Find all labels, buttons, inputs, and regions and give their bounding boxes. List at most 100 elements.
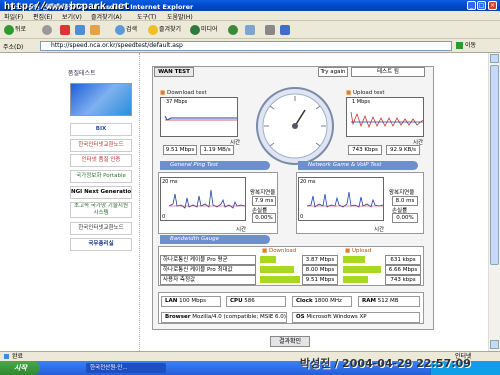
- lan-info: LAN 100 Mbps: [161, 296, 221, 307]
- print-icon: [265, 25, 275, 35]
- taskbar-ie-window[interactable]: 한국전산원-인...: [86, 363, 166, 373]
- voip-test-band: Network Game & VoIP Test: [298, 161, 418, 170]
- history-icon: [228, 25, 238, 35]
- menu-favorites[interactable]: 즐겨찾기(A): [91, 12, 122, 21]
- bandwidth-row-label: 사용자 측정값: [160, 275, 256, 285]
- result-check-button[interactable]: 결과확인: [270, 336, 310, 347]
- ram-info: RAM 512 MB: [358, 296, 420, 307]
- os-info: OS Microsoft Windows XP: [292, 312, 420, 323]
- maximize-button[interactable]: □: [477, 1, 486, 10]
- sidebar-item-portable[interactable]: 국가정보화 Portable: [70, 170, 132, 183]
- clock-info: Clock 1800 MHz: [292, 296, 352, 307]
- scroll-thumb[interactable]: [490, 65, 499, 265]
- print-button[interactable]: [265, 24, 276, 36]
- home-icon: [90, 25, 100, 35]
- sidebar-item-pm-office[interactable]: 국무총리실: [70, 238, 132, 251]
- sidebar-banner-image[interactable]: [70, 83, 132, 116]
- sidebar-item-quality[interactable]: 인터넷 품질 인증: [70, 154, 132, 167]
- page-icon: [4, 354, 9, 359]
- bandwidth-download-bar: [260, 276, 300, 283]
- sidebar-item-support[interactable]: 초고속 국가망 기술지원 시스템: [70, 202, 132, 218]
- star-icon: [148, 25, 158, 35]
- sidebar-item-kix2[interactable]: 한국인터넷교환노드: [70, 222, 132, 235]
- general-ping-band: General Ping Test: [160, 161, 270, 170]
- scroll-up-button[interactable]: [490, 54, 499, 63]
- sidebar-item-ngi[interactable]: NGI Next Generation: [70, 186, 132, 199]
- bandwidth-upload-value: 631 kbps: [385, 255, 421, 265]
- download-max-label: 37 Mbps: [166, 99, 188, 105]
- menu-file[interactable]: 파일(F): [4, 12, 23, 21]
- menu-help[interactable]: 도움말(H): [167, 12, 193, 21]
- mail-button[interactable]: [245, 24, 256, 36]
- menu-view[interactable]: 보기(V): [62, 12, 82, 21]
- bandwidth-gauge-band: Bandwidth Gauge: [160, 235, 270, 244]
- stop-icon: [60, 25, 70, 35]
- download-graph: 37 Mbps: [160, 97, 238, 137]
- voip-graph: 20 ms 0: [298, 177, 384, 221]
- download-speed-mbps: 9.51 Mbps: [163, 145, 197, 155]
- voip-latency-label: 왕복지연율: [389, 190, 415, 196]
- voip-bottom-label: 0: [300, 214, 304, 220]
- edit-button[interactable]: [280, 24, 291, 36]
- forward-button[interactable]: [42, 24, 53, 36]
- bandwidth-row-label: 하나로통신 케이블 Pro 최대값: [160, 265, 256, 275]
- bandwidth-download-head: ■ Download: [262, 248, 297, 254]
- bandwidth-upload-value: 6.66 Mbps: [385, 265, 421, 275]
- bandwidth-upload-bar: [343, 256, 365, 263]
- mail-icon: [245, 25, 255, 35]
- menu-tools[interactable]: 도구(T): [137, 12, 156, 21]
- bandwidth-upload-head: ■ Upload: [345, 248, 372, 254]
- bottom-watermark: 박성진 / 2004-04-29 22:57:09: [300, 357, 471, 370]
- bandwidth-upload-bar: [343, 276, 368, 283]
- bandwidth-download-bar: [260, 256, 276, 263]
- upload-speed-kbs: 92.9 KB/s: [386, 145, 420, 155]
- close-button[interactable]: ×: [488, 1, 497, 10]
- scroll-down-button[interactable]: [490, 340, 499, 349]
- minimize-button[interactable]: _: [467, 1, 476, 10]
- menu-edit[interactable]: 편집(E): [33, 12, 53, 21]
- sidebar-item-bix[interactable]: BIX: [70, 123, 132, 136]
- start-button[interactable]: 시작: [0, 361, 40, 375]
- go-arrow-icon: [456, 42, 463, 49]
- sidebar-title: 품질테스트: [68, 70, 96, 77]
- upload-graph: 1 Mbps: [346, 97, 424, 137]
- voip-curve: [306, 191, 384, 208]
- home-button[interactable]: [90, 24, 101, 36]
- upload-curve: [350, 111, 424, 129]
- ping-graph: 20 ms 0: [160, 177, 246, 221]
- refresh-button[interactable]: [75, 24, 86, 36]
- stop-button[interactable]: [60, 24, 71, 36]
- menu-bar: 파일(F) 편집(E) 보기(V) 즐겨찾기(A) 도구(T) 도움말(H): [0, 11, 500, 21]
- ping-latency-label: 왕복지연율: [250, 190, 276, 196]
- media-button[interactable]: 미디어: [190, 24, 218, 36]
- media-icon: [190, 25, 200, 35]
- favorites-button[interactable]: 즐겨찾기: [148, 24, 181, 36]
- bandwidth-upload-bar: [343, 266, 381, 273]
- vertical-scrollbar[interactable]: [488, 53, 500, 351]
- address-bar: 주소(D) http://speed.nca.or.kr/speedtest/d…: [0, 39, 500, 53]
- voip-top-label: 20 ms: [300, 179, 316, 185]
- ping-curve: [168, 189, 246, 209]
- voip-latency-value: 8.0 ms: [392, 196, 418, 206]
- download-speed-mbs: 1.19 MB/s: [200, 145, 234, 155]
- back-button[interactable]: 뒤로: [4, 24, 26, 36]
- ping-bottom-label: 0: [162, 214, 166, 220]
- browser-info: Browser Mozilla/4.0 (compatible; MSIE 6.…: [161, 312, 287, 323]
- speed-gauge: [256, 87, 334, 165]
- cpu-info: CPU 586: [226, 296, 286, 307]
- address-input[interactable]: http://speed.nca.or.kr/speedtest/default…: [40, 41, 452, 51]
- try-again-button[interactable]: Try again: [318, 67, 348, 77]
- ping-top-label: 20 ms: [162, 179, 178, 185]
- ping-time-label: 시간: [236, 227, 247, 233]
- sidebar: 품질테스트 BIX 한국인터넷교환노드 인터넷 품질 인증 국가정보화 Port…: [62, 53, 140, 351]
- go-button[interactable]: 이동: [456, 41, 496, 51]
- back-arrow-icon: [4, 25, 14, 35]
- search-button[interactable]: 검색: [115, 24, 137, 36]
- address-label: 주소(D): [3, 44, 24, 51]
- history-button[interactable]: [228, 24, 239, 36]
- sidebar-item-kix[interactable]: 한국인터넷교환노드: [70, 139, 132, 152]
- download-curve: [164, 115, 237, 121]
- wan-test-tab[interactable]: WAN TEST: [154, 67, 194, 77]
- upload-speed-kbps: 743 Kbps: [348, 145, 382, 155]
- status-text: 완료: [12, 353, 24, 360]
